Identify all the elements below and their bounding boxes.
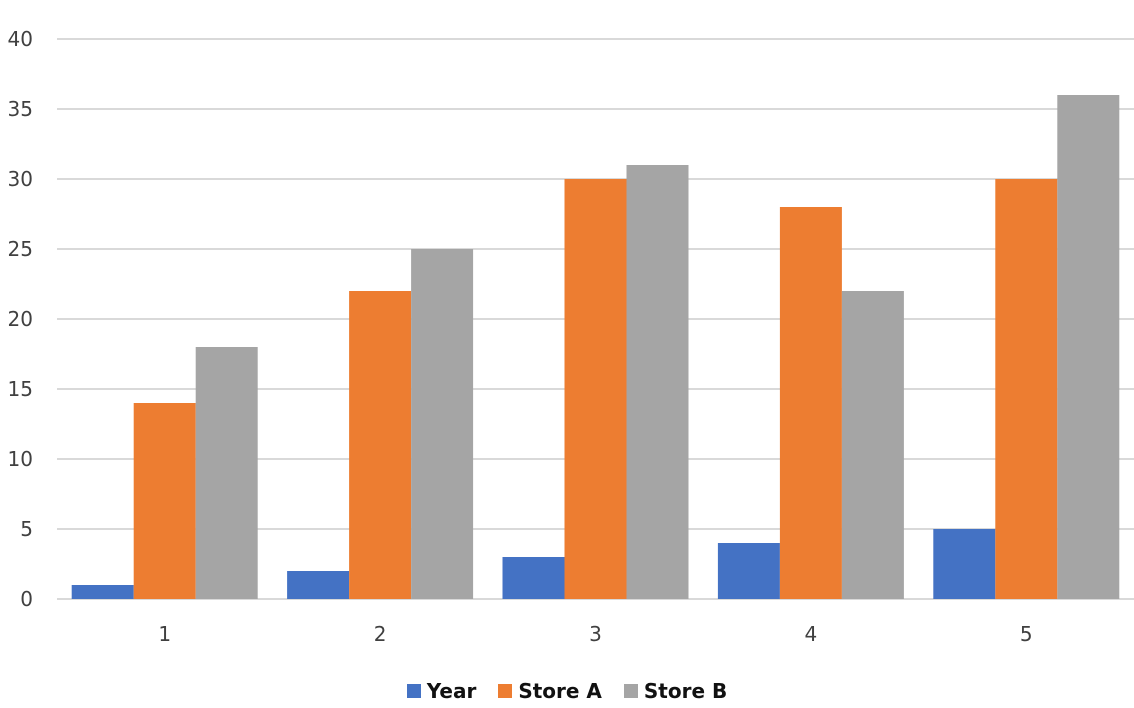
bar-store-a-5: [995, 179, 1058, 599]
bar-store-b-4: [841, 291, 904, 599]
legend-item-store-b: Store B: [623, 679, 728, 703]
x-tick-label: 1: [158, 622, 171, 646]
y-tick-label: 25: [8, 237, 33, 261]
y-tick-label: 40: [8, 27, 33, 51]
legend-item-year: Year: [406, 679, 477, 703]
y-tick-label: 0: [20, 587, 33, 611]
bar-year-2: [287, 571, 350, 599]
legend-swatch: [623, 684, 638, 698]
bar-year-3: [502, 557, 565, 599]
bar-year-1: [71, 585, 134, 599]
x-tick-label: 2: [374, 622, 387, 646]
legend-label: Year: [426, 679, 477, 703]
x-tick-label: 3: [589, 622, 602, 646]
bar-year-4: [717, 543, 780, 599]
x-tick-label: 4: [805, 622, 818, 646]
y-tick-label: 30: [8, 167, 33, 191]
legend-swatch: [406, 684, 421, 698]
bar-store-b-5: [1057, 95, 1120, 599]
legend: Year Store A Store B: [0, 679, 1134, 703]
bar-store-b-3: [626, 165, 689, 599]
legend-swatch: [498, 684, 513, 698]
x-tick-label: 5: [1020, 622, 1033, 646]
bar-chart: 0 5 10 15 20 25 30 35 40 1 2 3 4 5: [8, 27, 1134, 646]
legend-item-store-a: Store A: [498, 679, 602, 703]
bar-store-b-2: [411, 249, 474, 599]
y-tick-label: 15: [8, 377, 33, 401]
bar-store-a-1: [133, 403, 196, 599]
y-tick-label: 5: [20, 517, 33, 541]
bar-store-a-4: [779, 207, 842, 599]
y-axis-ticks: 0 5 10 15 20 25 30 35 40: [8, 27, 33, 611]
x-axis-ticks: 1 2 3 4 5: [158, 622, 1032, 646]
bar-year-5: [933, 529, 996, 599]
y-tick-label: 35: [8, 97, 33, 121]
legend-label: Store B: [643, 679, 728, 703]
bar-store-b-1: [195, 347, 258, 599]
y-tick-label: 20: [8, 307, 33, 331]
bar-store-a-3: [564, 179, 627, 599]
legend-label: Store A: [518, 679, 602, 703]
bar-store-a-2: [349, 291, 412, 599]
bars: [71, 95, 1120, 599]
y-tick-label: 10: [8, 447, 33, 471]
